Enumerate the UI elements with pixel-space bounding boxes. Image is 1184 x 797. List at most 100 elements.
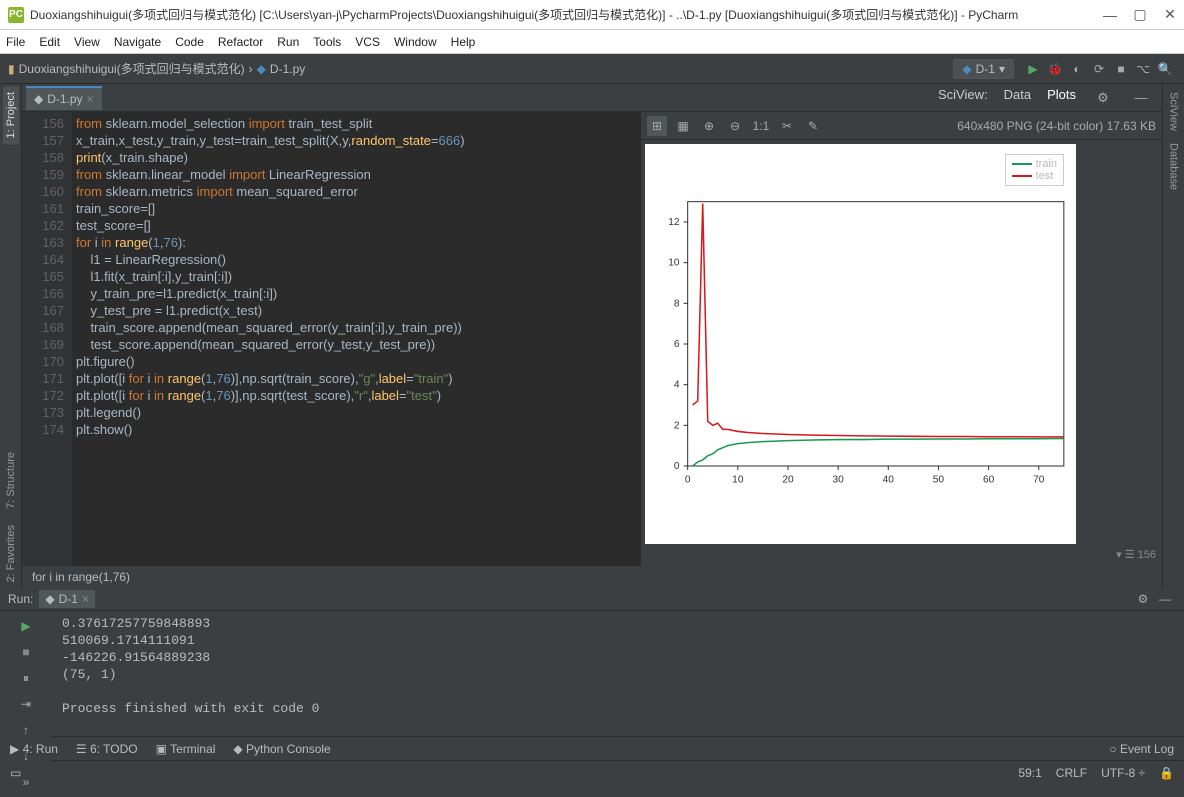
minimize-icon[interactable]: — [1130, 87, 1152, 109]
svg-text:70: 70 [1033, 474, 1045, 485]
svg-text:10: 10 [732, 474, 744, 485]
sciview-tool-0[interactable]: ⊞ [647, 116, 667, 136]
sciview-data-tab[interactable]: Data [1004, 87, 1031, 109]
database-side-tab[interactable]: Database [1166, 137, 1182, 196]
pause-button[interactable]: ⏸ [15, 667, 37, 689]
run-title: Run: [8, 592, 33, 606]
menu-file[interactable]: File [6, 35, 25, 49]
editor-tab-label: D-1.py [47, 92, 82, 106]
sciview-panel: ⊞ ▦ ⊕ ⊖ 1:1 ✂ ✎ 640x480 PNG (24-bit color) 17.6… [640, 112, 1162, 566]
close-icon[interactable]: × [82, 592, 89, 606]
project-tool-tab[interactable]: 1: Project [3, 86, 19, 144]
encoding[interactable]: UTF-8 ÷ [1101, 766, 1145, 780]
menu-window[interactable]: Window [394, 35, 437, 49]
svg-text:0: 0 [685, 474, 691, 485]
code-editor[interactable]: 1561571581591601611621631641651661671681… [22, 112, 640, 566]
menu-navigate[interactable]: Navigate [114, 35, 161, 49]
right-tool-strip: SciView Database [1162, 84, 1184, 588]
code-breadcrumb: for i in range(1,76) [22, 566, 1162, 588]
up-button[interactable]: ↑ [15, 719, 37, 741]
terminal-bottom-tab[interactable]: ▣ Terminal [156, 742, 216, 756]
gear-icon[interactable]: ⚙ [1092, 87, 1114, 109]
breadcrumb-file[interactable]: D-1.py [270, 62, 305, 76]
svg-text:40: 40 [883, 474, 895, 485]
sciview-tool-5[interactable]: ✂ [777, 116, 797, 136]
image-info: 640x480 PNG (24-bit color) 17.63 KB [957, 119, 1156, 133]
svg-text:6: 6 [674, 339, 680, 350]
minimize-icon[interactable]: — [1154, 588, 1176, 610]
structure-tool-tab[interactable]: 7: Structure [3, 446, 19, 515]
coverage-button[interactable]: ◐ [1066, 58, 1088, 80]
sciview-status: ▾ ☰ 156 [641, 548, 1162, 566]
status-icon[interactable]: ▭ [10, 766, 21, 780]
close-button[interactable]: ✕ [1164, 9, 1176, 21]
sciview-label: SciView: [938, 87, 988, 109]
svg-text:0: 0 [674, 461, 680, 472]
folder-icon: ▮ [8, 62, 15, 76]
legend: traintest [1005, 154, 1064, 186]
todo-bottom-tab[interactable]: ☰ 6: TODO [76, 742, 138, 756]
stop-button[interactable]: ■ [1110, 58, 1132, 80]
svg-text:20: 20 [782, 474, 794, 485]
sciview-plots-tab[interactable]: Plots [1047, 87, 1076, 109]
python-file-icon: ◆ [45, 592, 54, 606]
svg-text:30: 30 [832, 474, 844, 485]
sciview-tool-3[interactable]: ⊖ [725, 116, 745, 136]
run-output[interactable]: 0.37617257759848893 510069.1714111091 -1… [52, 611, 1184, 797]
svg-text:8: 8 [674, 298, 680, 309]
vcs-button[interactable]: ⌥ [1132, 58, 1154, 80]
run-config-selector[interactable]: ◆ D-1 ▾ [953, 59, 1014, 79]
event-log-tab[interactable]: ○ Event Log [1109, 742, 1174, 756]
stop-button[interactable]: ■ [15, 641, 37, 663]
breadcrumb-folder[interactable]: Duoxiangshihuigui(多项式回归与模式范化) [19, 60, 245, 77]
editor-tab[interactable]: ◆ D-1.py × [26, 86, 102, 110]
caret-position[interactable]: 59:1 [1018, 766, 1041, 780]
menu-view[interactable]: View [74, 35, 100, 49]
line-sep[interactable]: CRLF [1056, 766, 1087, 780]
plot-canvas[interactable]: 010203040506070024681012 traintest [645, 144, 1076, 544]
menu-help[interactable]: Help [451, 35, 476, 49]
maximize-button[interactable]: ▢ [1134, 9, 1146, 21]
code-area[interactable]: from sklearn.model_selection import trai… [72, 112, 640, 566]
lock-icon[interactable]: 🔒 [1159, 766, 1174, 780]
svg-text:2: 2 [674, 420, 680, 431]
debug-button[interactable]: 🐞 [1044, 58, 1066, 80]
run-tab-label: D-1 [59, 592, 78, 606]
console-bottom-tab[interactable]: ◆ Python Console [233, 742, 330, 756]
attach-button[interactable]: ⟳ [1088, 58, 1110, 80]
menu-tools[interactable]: Tools [313, 35, 341, 49]
minimize-button[interactable]: — [1104, 9, 1116, 21]
thumbnail-column: ××××× [1080, 140, 1162, 548]
svg-text:10: 10 [668, 258, 680, 269]
menu-run[interactable]: Run [277, 35, 299, 49]
menu-edit[interactable]: Edit [39, 35, 60, 49]
nav-bar: ▮ Duoxiangshihuigui(多项式回归与模式范化) › ◆ D-1.… [0, 54, 1184, 84]
sciview-tool-4[interactable]: 1:1 [751, 116, 771, 136]
menu-refactor[interactable]: Refactor [218, 35, 263, 49]
favorites-tool-tab[interactable]: 2: Favorites [3, 519, 19, 588]
close-tab-icon[interactable]: × [87, 92, 94, 106]
sciview-toolbar: ⊞ ▦ ⊕ ⊖ 1:1 ✂ ✎ 640x480 PNG (24-bit color) 17.6… [641, 112, 1162, 140]
menu-code[interactable]: Code [175, 35, 204, 49]
editor-tab-row: ◆ D-1.py × SciView: Data Plots ⚙ — [22, 84, 1162, 112]
sciview-tool-1[interactable]: ▦ [673, 116, 693, 136]
run-button[interactable]: ▶ [1022, 58, 1044, 80]
run-tool-window: Run: ◆ D-1 × ⚙ — ▶ ■ ⏸ ⇥ ↑ ↓ » 0.3761725… [0, 588, 1184, 736]
search-button[interactable]: 🔍 [1154, 58, 1176, 80]
svg-text:4: 4 [674, 380, 680, 391]
rerun-button[interactable]: ▶ [15, 615, 37, 637]
gear-icon[interactable]: ⚙ [1132, 588, 1154, 610]
python-file-icon: ◆ [962, 62, 971, 76]
run-actions: ▶ ■ ⏸ ⇥ ↑ ↓ » [0, 611, 52, 797]
sciview-side-tab[interactable]: SciView [1166, 86, 1182, 137]
menu-vcs[interactable]: VCS [355, 35, 380, 49]
exit-button[interactable]: ⇥ [15, 693, 37, 715]
breadcrumb-sep: › [249, 62, 253, 76]
title-bar: PC Duoxiangshihuigui(多项式回归与模式范化) [C:\Use… [0, 0, 1184, 30]
run-tab[interactable]: ◆ D-1 × [39, 590, 95, 608]
sciview-tool-2[interactable]: ⊕ [699, 116, 719, 136]
run-bottom-tab[interactable]: ▶ 4: Run [10, 742, 58, 756]
run-config-label: D-1 [976, 62, 995, 76]
python-file-icon: ◆ [34, 92, 43, 106]
sciview-tool-6[interactable]: ✎ [803, 116, 823, 136]
